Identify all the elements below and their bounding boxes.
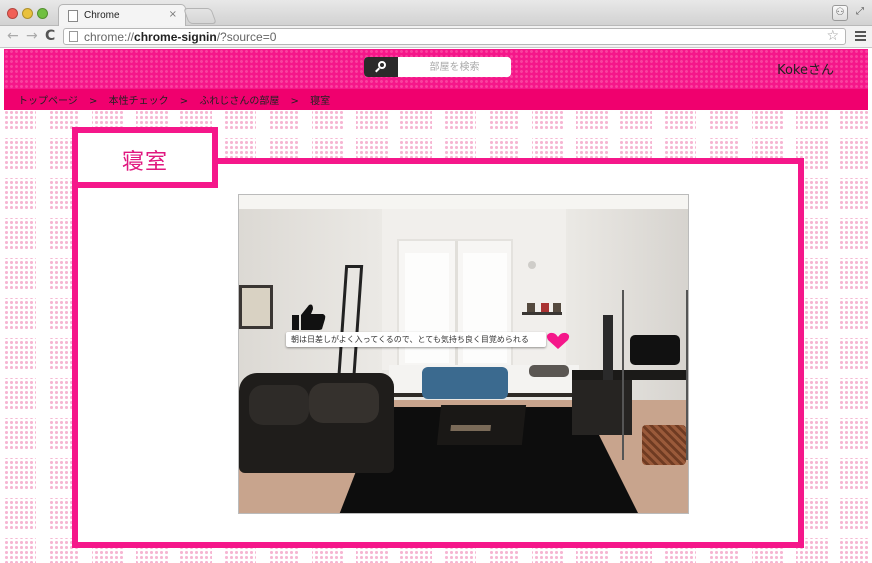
- page-icon: [68, 10, 78, 22]
- room-comment-tooltip: 朝は日差しがよく入ってくるので、とても気持ち良く目覚められる: [286, 332, 546, 347]
- tab-close-icon[interactable]: ×: [169, 9, 177, 20]
- page-icon: [69, 31, 78, 42]
- page: Kokeさん トップページ > 本性チェック > ふれじさんの部屋 > 寝室 寝…: [4, 49, 868, 563]
- reload-icon[interactable]: C: [45, 28, 55, 44]
- url-text[interactable]: chrome://chrome-signin/?source=0: [84, 30, 276, 44]
- breadcrumb-separator: >: [290, 96, 299, 107]
- breadcrumb: トップページ > 本性チェック > ふれじさんの部屋 > 寝室: [4, 89, 868, 110]
- browser-tab[interactable]: Chrome ×: [58, 4, 186, 27]
- minimize-window-button[interactable]: [22, 8, 33, 19]
- photo-sofa: [239, 373, 394, 473]
- zoom-window-button[interactable]: [37, 8, 48, 19]
- address-bar[interactable]: chrome://chrome-signin/?source=0 ☆: [63, 28, 846, 45]
- room-photo: 朝は日差しがよく入ってくるので、とても気持ち良く目覚められる: [238, 194, 689, 514]
- heart-icon[interactable]: [546, 332, 570, 350]
- photo-rack: [622, 290, 688, 465]
- window-titlebar: Chrome × ⚇ ⤢: [0, 0, 872, 27]
- back-arrow-icon[interactable]: ←: [7, 28, 19, 44]
- menu-icon[interactable]: [855, 31, 866, 41]
- photo-window: [397, 239, 513, 371]
- breadcrumb-item-check[interactable]: 本性チェック: [109, 96, 169, 107]
- breadcrumb-item-room[interactable]: ふれじさんの部屋: [199, 96, 279, 107]
- photo-table: [436, 405, 527, 445]
- search-button[interactable]: [364, 57, 398, 77]
- breadcrumb-separator: >: [179, 96, 189, 107]
- forward-arrow-icon[interactable]: →: [26, 28, 38, 44]
- breadcrumb-item-bedroom: 寝室: [310, 96, 331, 107]
- user-profile-button[interactable]: ⚇: [832, 5, 848, 21]
- fullscreen-icon[interactable]: ⤢: [852, 5, 868, 21]
- room-search: [364, 57, 511, 77]
- breadcrumb-separator: >: [89, 96, 98, 107]
- room-title: 寝室: [121, 150, 168, 175]
- site-header: Kokeさん: [4, 49, 868, 89]
- room-search-input[interactable]: [398, 57, 511, 77]
- bookmark-star-icon[interactable]: ☆: [826, 28, 839, 44]
- photo-wall-frame: [239, 285, 273, 329]
- room-title-box: 寝室: [72, 127, 218, 188]
- new-tab-button[interactable]: [183, 8, 217, 24]
- breadcrumb-item-top[interactable]: トップページ: [18, 96, 78, 107]
- browser-toolbar: ← → C chrome://chrome-signin/?source=0 ☆: [0, 26, 872, 48]
- close-window-button[interactable]: [7, 8, 18, 19]
- username[interactable]: Kokeさん: [777, 59, 834, 78]
- tab-title: Chrome: [84, 10, 120, 21]
- thumbs-up-icon[interactable]: [291, 303, 327, 331]
